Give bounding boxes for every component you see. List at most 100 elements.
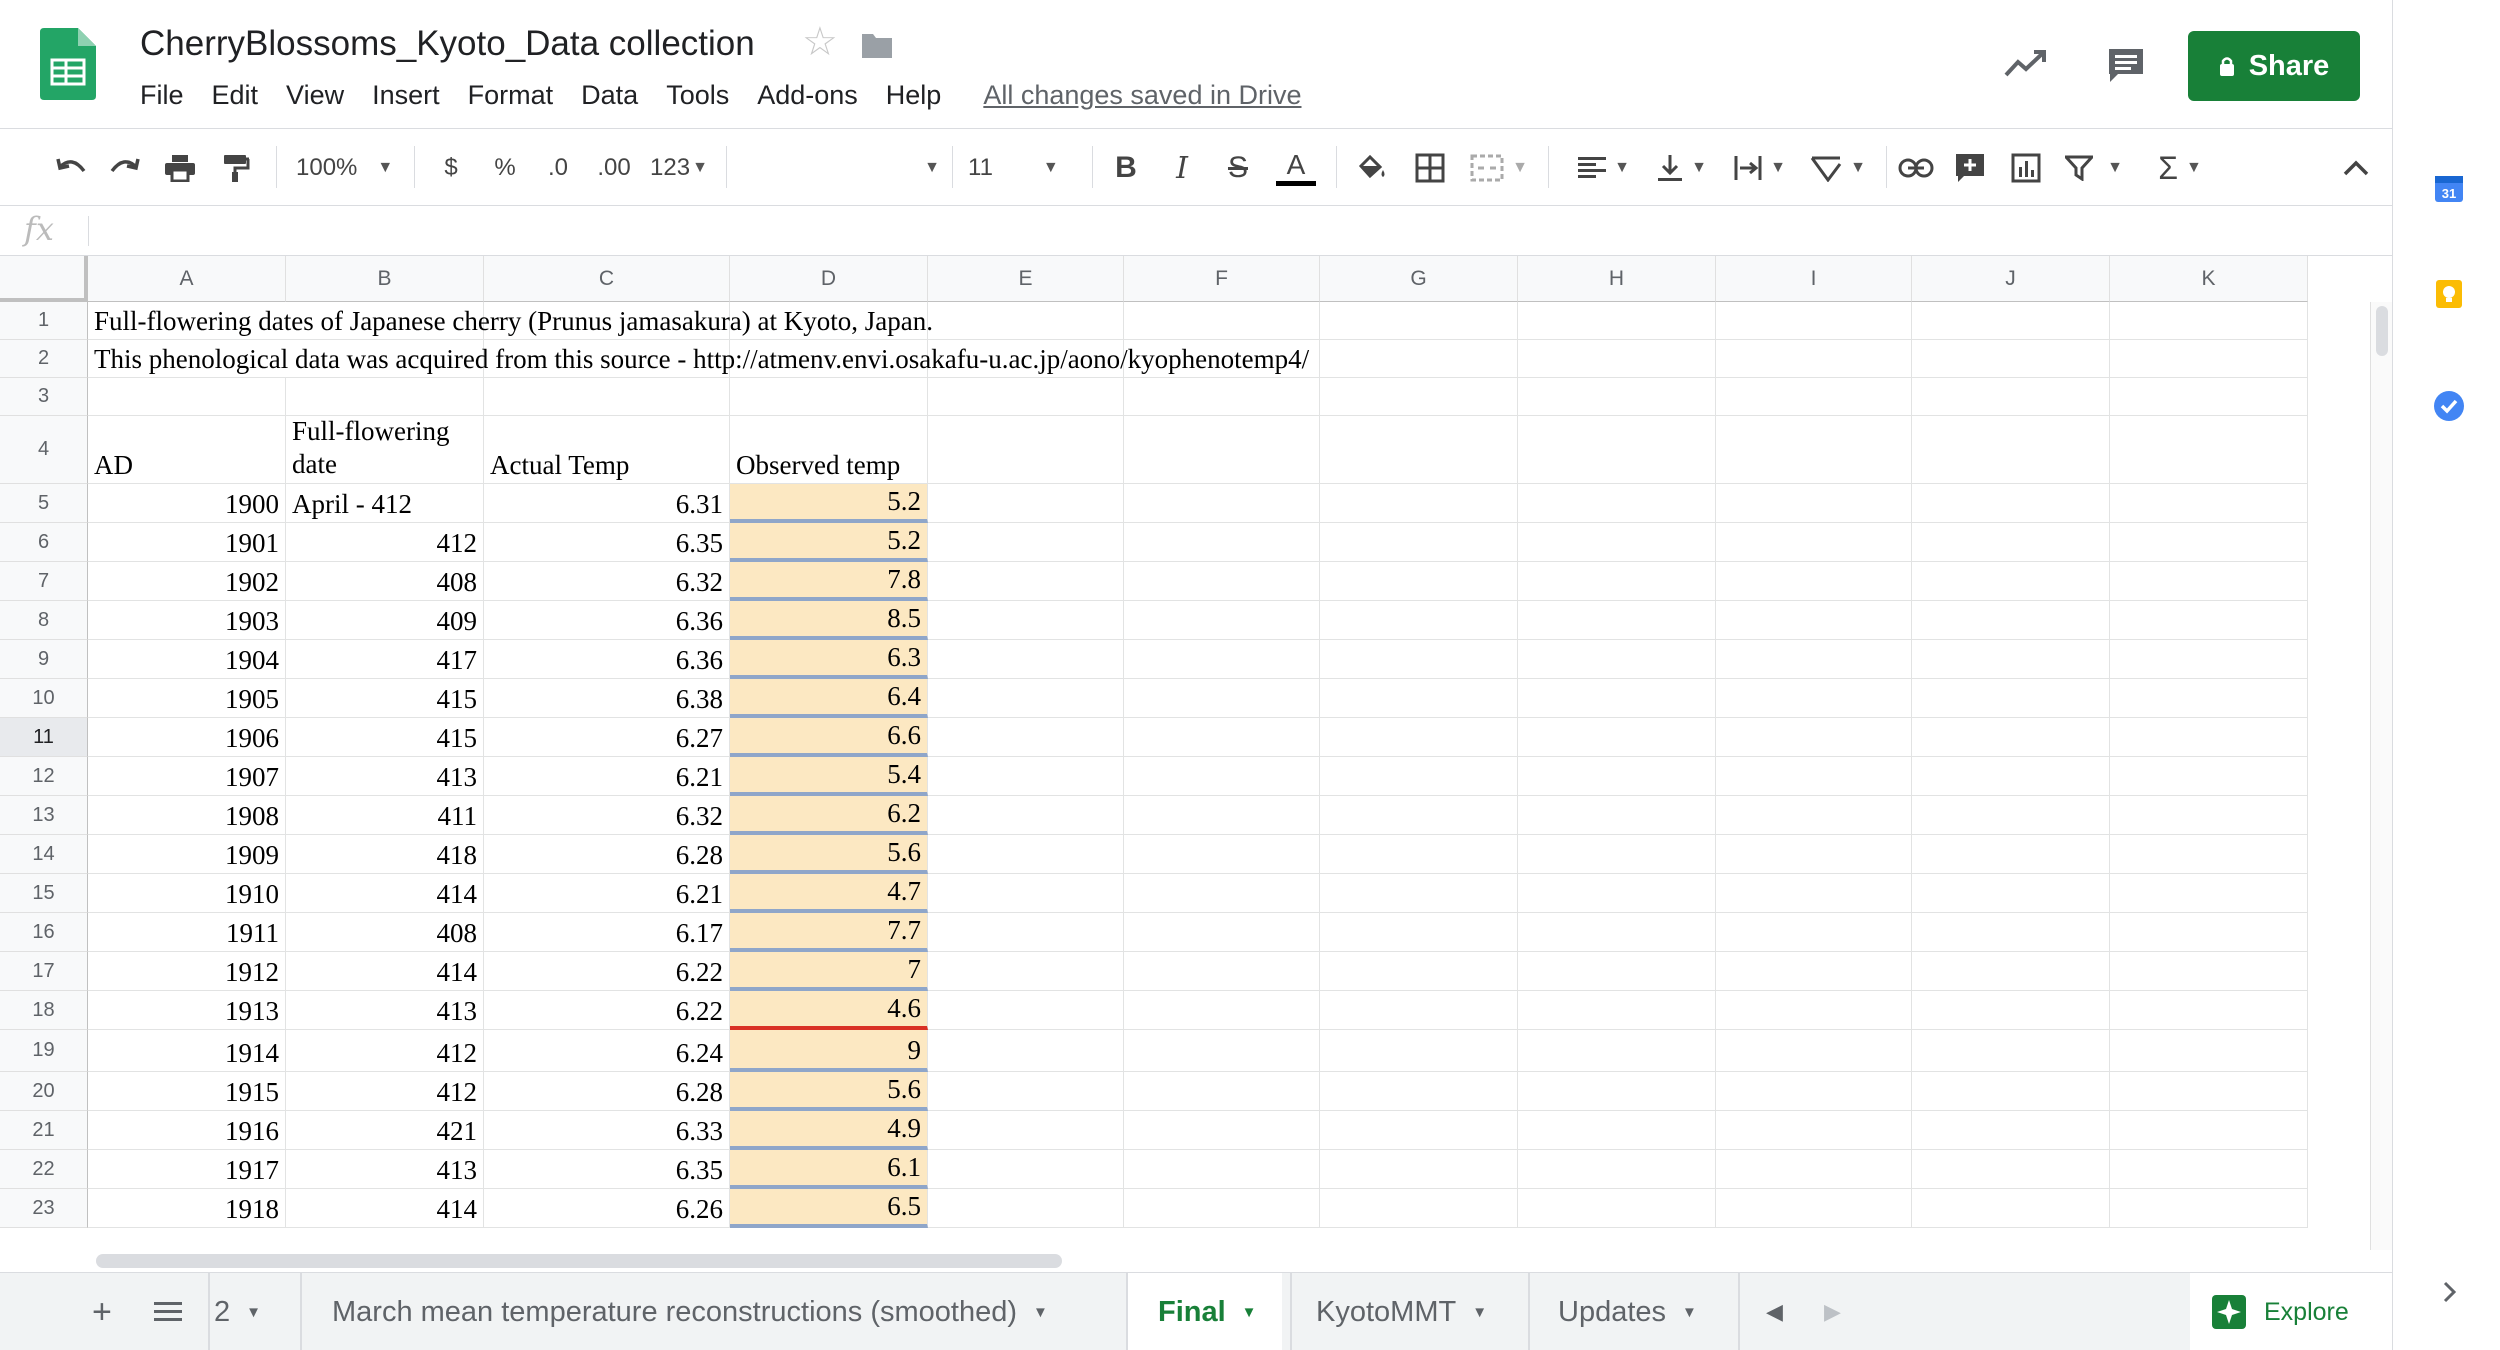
cell-J9[interactable] (1912, 640, 2110, 679)
cell-G16[interactable] (1320, 913, 1518, 952)
row-header-3[interactable]: 3 (0, 378, 88, 416)
text-wrapping-icon[interactable]: ▼ (1728, 150, 1792, 186)
more-formats-button[interactable]: 123 ▼ (648, 150, 710, 186)
cell-C9[interactable]: 6.36 (484, 640, 730, 679)
cell-H22[interactable] (1518, 1150, 1716, 1189)
sheets-logo-icon[interactable] (40, 28, 96, 100)
cell-C14[interactable]: 6.28 (484, 835, 730, 874)
cell-J7[interactable] (1912, 562, 2110, 601)
increase-decimal-button[interactable]: .00 (594, 150, 634, 186)
sheet-tab-2[interactable]: 2 ▼ (214, 1273, 261, 1350)
comments-icon[interactable] (2106, 46, 2146, 84)
merge-cells-icon[interactable]: ▼ (1466, 150, 1532, 186)
column-header-g[interactable]: G (1320, 256, 1518, 302)
cell-D10[interactable]: 6.4 (730, 679, 928, 718)
functions-icon[interactable]: Σ ▼ (2148, 150, 2212, 186)
column-header-j[interactable]: J (1912, 256, 2110, 302)
keep-icon[interactable] (2433, 278, 2465, 310)
cell-G12[interactable] (1320, 757, 1518, 796)
cell-I2[interactable] (1716, 340, 1912, 378)
insert-comment-icon[interactable] (1952, 150, 1988, 186)
text-rotation-icon[interactable]: ▼ (1804, 150, 1872, 186)
cell-H17[interactable] (1518, 952, 1716, 991)
row-header-10[interactable]: 10 (0, 679, 88, 718)
redo-icon[interactable] (104, 150, 144, 186)
cell-H7[interactable] (1518, 562, 1716, 601)
cell-J15[interactable] (1912, 874, 2110, 913)
cell-E17[interactable] (928, 952, 1124, 991)
cell-F1[interactable] (1124, 302, 1320, 340)
column-header-e[interactable]: E (928, 256, 1124, 302)
cell-F3[interactable] (1124, 378, 1320, 416)
cell-D8[interactable]: 8.5 (730, 601, 928, 640)
cell-G10[interactable] (1320, 679, 1518, 718)
cell-K8[interactable] (2110, 601, 2308, 640)
cell-A2[interactable]: This phenological data was acquired from… (88, 340, 1309, 378)
percent-format-button[interactable]: % (490, 150, 520, 186)
cell-C12[interactable]: 6.21 (484, 757, 730, 796)
cell-A10[interactable]: 1905 (88, 679, 286, 718)
cell-K1[interactable] (2110, 302, 2308, 340)
cell-G2[interactable] (1320, 340, 1518, 378)
cell-K22[interactable] (2110, 1150, 2308, 1189)
cell-H3[interactable] (1518, 378, 1716, 416)
cell-K15[interactable] (2110, 874, 2308, 913)
cell-J3[interactable] (1912, 378, 2110, 416)
cell-F18[interactable] (1124, 991, 1320, 1030)
cell-B13[interactable]: 411 (286, 796, 484, 835)
cell-F15[interactable] (1124, 874, 1320, 913)
cell-I22[interactable] (1716, 1150, 1912, 1189)
cell-H2[interactable] (1518, 340, 1716, 378)
column-header-k[interactable]: K (2110, 256, 2308, 302)
cell-D11[interactable]: 6.6 (730, 718, 928, 757)
folder-icon[interactable] (860, 32, 894, 60)
all-sheets-button[interactable] (154, 1273, 182, 1350)
cell-G3[interactable] (1320, 378, 1518, 416)
cell-E3[interactable] (928, 378, 1124, 416)
cell-C21[interactable]: 6.33 (484, 1111, 730, 1150)
cell-G22[interactable] (1320, 1150, 1518, 1189)
insert-chart-icon[interactable] (2008, 150, 2044, 186)
cell-B12[interactable]: 413 (286, 757, 484, 796)
cell-D15[interactable]: 4.7 (730, 874, 928, 913)
cell-A8[interactable]: 1903 (88, 601, 286, 640)
cell-H16[interactable] (1518, 913, 1716, 952)
cell-B11[interactable]: 415 (286, 718, 484, 757)
cell-B6[interactable]: 412 (286, 523, 484, 562)
cell-C6[interactable]: 6.35 (484, 523, 730, 562)
italic-icon[interactable]: I (1164, 150, 1200, 186)
cell-J6[interactable] (1912, 523, 2110, 562)
cell-D16[interactable]: 7.7 (730, 913, 928, 952)
cell-A22[interactable]: 1917 (88, 1150, 286, 1189)
cell-A5[interactable]: 1900 (88, 484, 286, 523)
save-status-link[interactable]: All changes saved in Drive (983, 80, 1301, 111)
document-title[interactable]: CherryBlossoms_Kyoto_Data collection (140, 24, 755, 64)
cell-A16[interactable]: 1911 (88, 913, 286, 952)
cell-G23[interactable] (1320, 1189, 1518, 1228)
cell-I21[interactable] (1716, 1111, 1912, 1150)
cell-F8[interactable] (1124, 601, 1320, 640)
cell-C23[interactable]: 6.26 (484, 1189, 730, 1228)
cell-G18[interactable] (1320, 991, 1518, 1030)
cell-K5[interactable] (2110, 484, 2308, 523)
cell-K2[interactable] (2110, 340, 2308, 378)
sheet-tab-kyotommt[interactable]: KyotoMMT ▼ (1316, 1273, 1487, 1350)
decrease-decimal-button[interactable]: .0 (540, 150, 576, 186)
cell-D7[interactable]: 7.8 (730, 562, 928, 601)
cell-D5[interactable]: 5.2 (730, 484, 928, 523)
spreadsheet-grid[interactable]: A B C D E F G H I J K 1 Full-flowering dates of Japa… (0, 256, 2392, 1250)
row-header-19[interactable]: 19 (0, 1030, 88, 1072)
cell-J22[interactable] (1912, 1150, 2110, 1189)
cell-D20[interactable]: 5.6 (730, 1072, 928, 1111)
cell-J13[interactable] (1912, 796, 2110, 835)
cell-D22[interactable]: 6.1 (730, 1150, 928, 1189)
horizontal-scrollbar[interactable] (88, 1250, 2370, 1272)
cell-K12[interactable] (2110, 757, 2308, 796)
cell-C3[interactable] (484, 378, 730, 416)
cell-H8[interactable] (1518, 601, 1716, 640)
cell-E4[interactable] (928, 416, 1124, 484)
column-header-d[interactable]: D (730, 256, 928, 302)
cell-A4[interactable]: AD (88, 416, 286, 484)
star-icon[interactable]: ☆ (802, 22, 838, 62)
cell-I11[interactable] (1716, 718, 1912, 757)
